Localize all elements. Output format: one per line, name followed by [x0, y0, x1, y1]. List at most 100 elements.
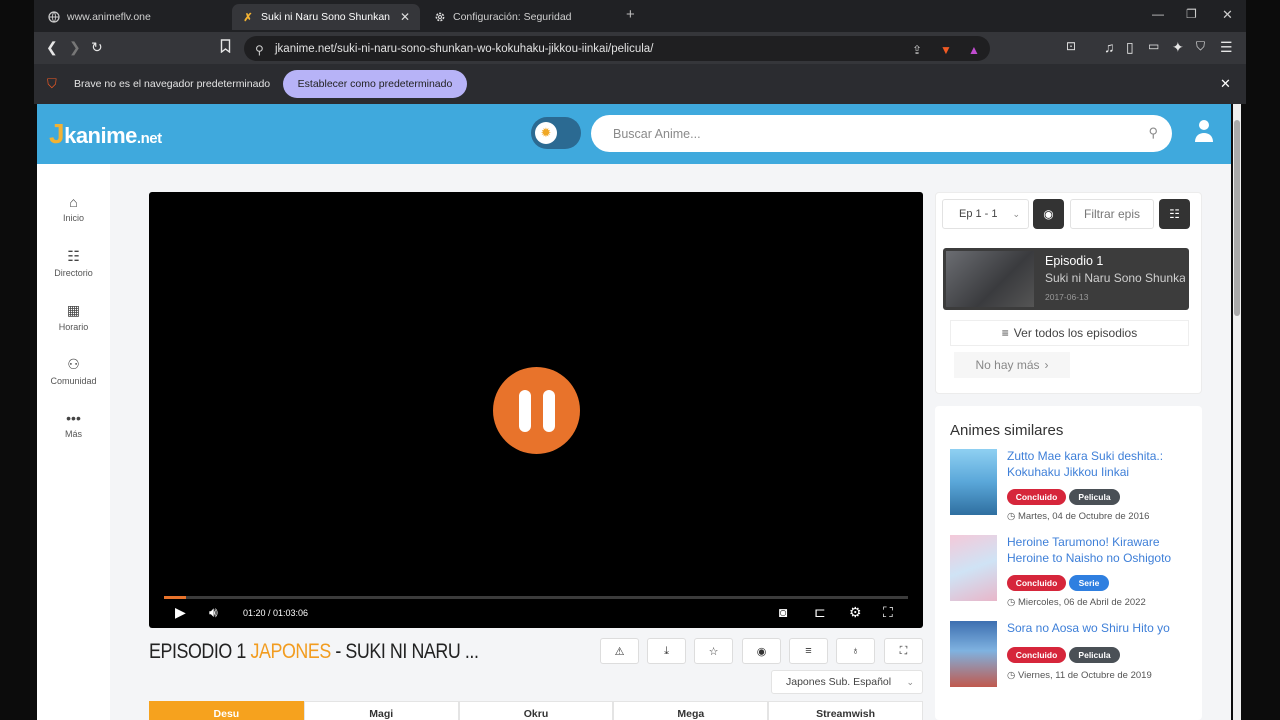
type-badge: Pelicula: [1069, 647, 1120, 663]
site-header: Jkanime.net ✹ Buscar Anime... ⚲: [37, 104, 1231, 164]
sidebar-item-comunidad[interactable]: ⚇ Comunidad: [37, 356, 110, 386]
title-prefix: EPISODIO 1: [149, 640, 246, 663]
playlist-add-icon: ≡: [805, 645, 812, 657]
sidebar-item-inicio[interactable]: ⌂ Inicio: [37, 194, 110, 223]
favorite-button[interactable]: ☆: [694, 638, 733, 664]
sidebar-label: Horario: [58, 322, 89, 332]
search-input[interactable]: Buscar Anime... ⚲: [591, 115, 1172, 152]
status-badge: Concluido: [1007, 647, 1066, 663]
sidebar-item-horario[interactable]: ▦ Horario: [37, 302, 110, 332]
similar-item[interactable]: Heroine Tarumono! Kiraware Heroine to Na…: [950, 535, 1200, 608]
page-scrollbar[interactable]: [1233, 104, 1241, 720]
sidebar-icon[interactable]: ▯: [1126, 39, 1134, 56]
set-default-button[interactable]: Establecer como predeterminado: [283, 70, 467, 98]
browser-window: www.animeflv.one ✗ Suki ni Naru Sono Shu…: [0, 0, 1280, 720]
infobar-message: Brave no es el navegador predeterminado: [74, 78, 271, 90]
see-all-episodes-button[interactable]: ≡ Ver todos los episodios: [950, 320, 1189, 346]
language-value: Japones Sub. Español: [786, 676, 892, 688]
brave-rewards-icon[interactable]: ▲: [968, 43, 980, 57]
volume-icon[interactable]: 🔊︎: [209, 604, 218, 621]
directory-icon: ☷: [67, 248, 80, 264]
anime-title[interactable]: Zutto Mae kara Suki deshita.: Kokuhaku J…: [1007, 449, 1192, 480]
bookmark-icon[interactable]: [220, 39, 231, 56]
language-select[interactable]: Japones Sub. Español ⌄: [771, 670, 923, 694]
report-button[interactable]: ⚠: [600, 638, 639, 664]
anime-title[interactable]: Sora no Aosa wo Shiru Hito yo: [1007, 621, 1192, 637]
ai-icon[interactable]: ✦: [1172, 39, 1184, 56]
title-rest: - SUKI NI NARU ...: [335, 640, 479, 663]
address-bar[interactable]: ⚲ jkanime.net/suki-ni-naru-sono-shunkan-…: [244, 36, 990, 61]
wallet-icon[interactable]: ▭: [1148, 39, 1159, 53]
search-placeholder: Buscar Anime...: [613, 126, 701, 141]
episode-card[interactable]: Episodio 1 Suki ni Naru Sono Shunkan wo …: [943, 248, 1189, 310]
episode-thumbnail: [946, 251, 1034, 307]
expand-button[interactable]: ⛶: [884, 638, 923, 664]
restore-icon[interactable]: ❐: [1186, 7, 1197, 21]
sidebar-item-mas[interactable]: ••• Más: [37, 410, 110, 439]
url-text: jkanime.net/suki-ni-naru-sono-shunkan-wo…: [275, 42, 654, 55]
back-icon[interactable]: ❮: [46, 39, 58, 56]
brave-shields-icon[interactable]: ▼: [940, 43, 952, 57]
tab-animeflv[interactable]: www.animeflv.one: [38, 4, 228, 30]
download-button[interactable]: ⤓: [647, 638, 686, 664]
similar-item[interactable]: Zutto Mae kara Suki deshita.: Kokuhaku J…: [950, 449, 1200, 522]
leo-icon[interactable]: ⊡: [1066, 39, 1076, 53]
video-player[interactable]: ▶ 🔊︎ 01:20 / 01:03:06 ◙ ⊏ ⚙ ⛶: [149, 192, 923, 628]
server-tab-magi[interactable]: Magi: [303, 701, 459, 720]
search-icon[interactable]: ⚲: [1148, 125, 1158, 141]
reload-icon[interactable]: ↻: [91, 39, 103, 56]
filter-episodes-input[interactable]: Filtrar epis: [1070, 199, 1154, 229]
anime-date: ◷ Miercoles, 06 de Abril de 2022: [1007, 597, 1146, 608]
download-icon: ⤓: [664, 644, 669, 657]
tab-settings[interactable]: Configuración: Seguridad: [424, 4, 614, 30]
list-icon: ☷: [1169, 207, 1180, 221]
menu-icon[interactable]: ☰: [1220, 39, 1233, 56]
close-window-icon[interactable]: ✕: [1222, 7, 1233, 23]
share-icon[interactable]: ⇪: [912, 43, 922, 57]
close-infobar-icon[interactable]: ✕: [1220, 76, 1231, 92]
toggle-watched-button[interactable]: ◉: [1033, 199, 1064, 229]
date-text: Martes, 04 de Octubre de 2016: [1017, 511, 1150, 522]
sidebar-item-directorio[interactable]: ☷ Directorio: [37, 248, 110, 278]
close-tab-icon[interactable]: ✕: [400, 10, 410, 24]
progress-bar[interactable]: [164, 596, 908, 599]
home-icon: ⌂: [69, 194, 78, 210]
playlist-button[interactable]: ≡: [789, 638, 828, 664]
chevron-down-icon: ⌄: [1012, 208, 1020, 219]
minimize-icon[interactable]: —: [1152, 7, 1164, 21]
music-icon[interactable]: ♫: [1104, 39, 1115, 55]
scrollbar-thumb[interactable]: [1234, 120, 1240, 316]
forward-icon[interactable]: ❯: [69, 39, 81, 56]
settings-icon[interactable]: ⚙: [849, 604, 862, 621]
vpn-icon[interactable]: ⛉: [1196, 39, 1205, 54]
cast-icon[interactable]: ⊏: [814, 604, 826, 621]
fullscreen-icon[interactable]: ⛶: [883, 604, 893, 621]
more-icon: •••: [66, 410, 81, 426]
list-view-button[interactable]: ☷: [1159, 199, 1190, 229]
pause-button[interactable]: [493, 367, 580, 454]
no-more-button[interactable]: No hay más ›: [954, 352, 1070, 378]
play-icon[interactable]: ▶: [175, 604, 186, 621]
tab-jkanime[interactable]: ✗ Suki ni Naru Sono Shunkan wo... ✕: [232, 4, 420, 30]
similar-item[interactable]: Sora no Aosa wo Shiru Hito yo Concluido …: [950, 621, 1200, 691]
range-value: Ep 1 - 1: [959, 208, 998, 220]
server-tab-mega[interactable]: Mega: [613, 701, 769, 720]
anime-poster: [950, 449, 997, 515]
screenshot-icon[interactable]: ◙: [779, 604, 787, 620]
anime-title[interactable]: Heroine Tarumono! Kiraware Heroine to Na…: [1007, 535, 1192, 566]
site-info-icon[interactable]: ⚲: [255, 43, 264, 57]
light-button[interactable]: ♁: [836, 638, 875, 664]
logo-main: kanime: [64, 123, 137, 148]
user-icon[interactable]: [1194, 119, 1214, 149]
episode-range-select[interactable]: Ep 1 - 1 ⌄: [942, 199, 1029, 229]
server-tab-desu[interactable]: Desu: [149, 701, 304, 720]
server-tab-streamwish[interactable]: Streamwish: [768, 701, 923, 720]
watched-button[interactable]: ◉: [742, 638, 781, 664]
community-icon: ⚇: [67, 356, 80, 372]
sidebar-label: Inicio: [62, 213, 84, 223]
theme-toggle[interactable]: ✹: [531, 117, 581, 149]
sidebar-label: Directorio: [54, 268, 93, 278]
server-tab-okru[interactable]: Okru: [458, 701, 614, 720]
site-logo[interactable]: Jkanime.net: [49, 118, 162, 150]
new-tab-icon[interactable]: +: [626, 6, 635, 23]
